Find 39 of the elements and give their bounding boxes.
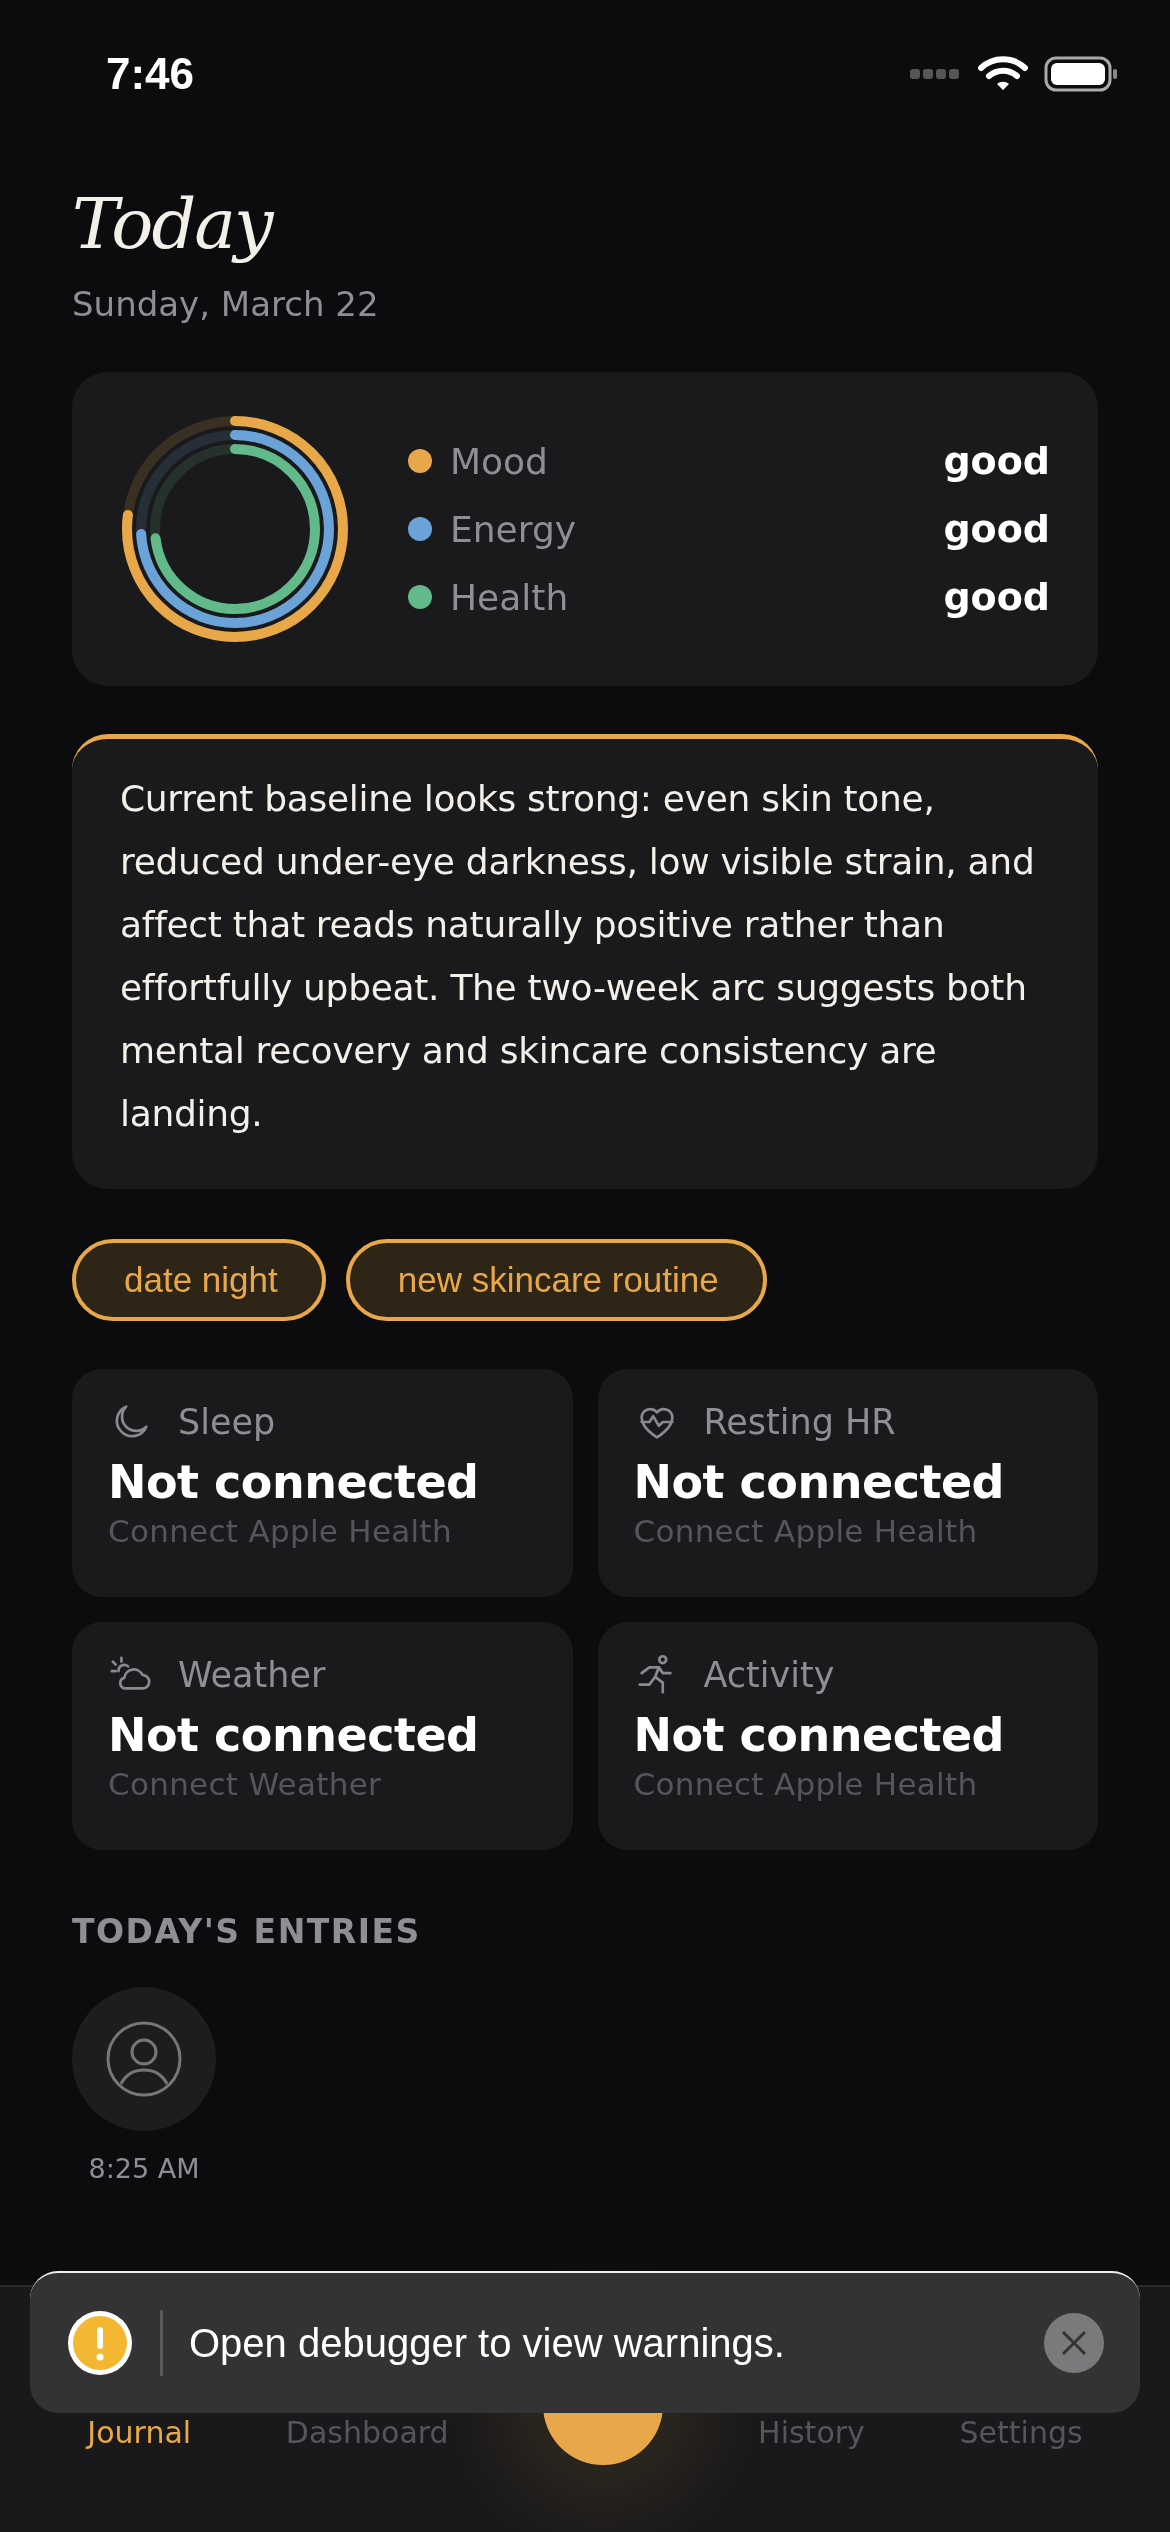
stat-value: Not connected (108, 1455, 480, 1509)
entry-time: 8:25 AM (88, 2153, 200, 2184)
date-label: Sunday, March 22 (72, 284, 380, 324)
signal-icon (910, 67, 962, 81)
stat-hint: Connect Weather (108, 1766, 383, 1802)
stat-value: Not connected (108, 1708, 480, 1762)
stat-card[interactable]: Sleep Not connected Connect Apple Health (72, 1369, 573, 1597)
stat-hint: Connect Apple Health (108, 1513, 453, 1549)
stat-label: Activity (703, 1655, 835, 1695)
metric-label: Health (450, 576, 570, 618)
tab-item[interactable]: Journal (87, 2415, 192, 2450)
stat-label: Weather (178, 1655, 326, 1695)
stat-card[interactable]: Weather Not connected Connect Weather (72, 1622, 573, 1850)
warning-icon (66, 2309, 134, 2377)
stat-hint: Connect Apple Health (633, 1766, 979, 1802)
metric-label: Mood (450, 440, 549, 482)
toast-message: Open debugger to view warnings. (189, 2320, 786, 2366)
close-button[interactable] (1044, 2313, 1104, 2373)
stat-label: Resting HR (703, 1402, 896, 1442)
metric-label: Energy (450, 508, 578, 550)
battery-icon (1044, 56, 1118, 92)
close-icon (1060, 2329, 1088, 2357)
stat-value: Not connected (633, 1708, 1006, 1762)
metric-value: good (943, 507, 1050, 551)
stat-label: Sleep (178, 1402, 276, 1442)
metric-value: good (943, 575, 1050, 619)
tag-chip[interactable]: date night (72, 1239, 326, 1321)
stat-hint: Connect Apple Health (633, 1513, 979, 1549)
wifi-icon (978, 55, 1028, 93)
status-time: 7:46 (106, 49, 195, 99)
page-title: Today (72, 182, 274, 266)
metric-value: good (943, 439, 1050, 483)
section-heading: TODAY'S ENTRIES (72, 1912, 422, 1951)
person-icon (106, 2021, 182, 2097)
insight-text: Current baseline looks strong: even skin tone, reduced under-eye darkness, low visible strain, and affect that reads naturally positive rather than effortfully upbeat. The two-week arc suggests both mental recovery and skincare consistency are landing. (120, 777, 1036, 1136)
tag-chip[interactable]: new skincare routine (345, 1239, 767, 1321)
stat-card[interactable]: Activity Not connected Connect Apple Health (597, 1622, 1098, 1850)
stat-card[interactable]: Resting HR Not connected Connect Apple Health (597, 1369, 1098, 1597)
stat-value: Not connected (633, 1455, 1006, 1509)
